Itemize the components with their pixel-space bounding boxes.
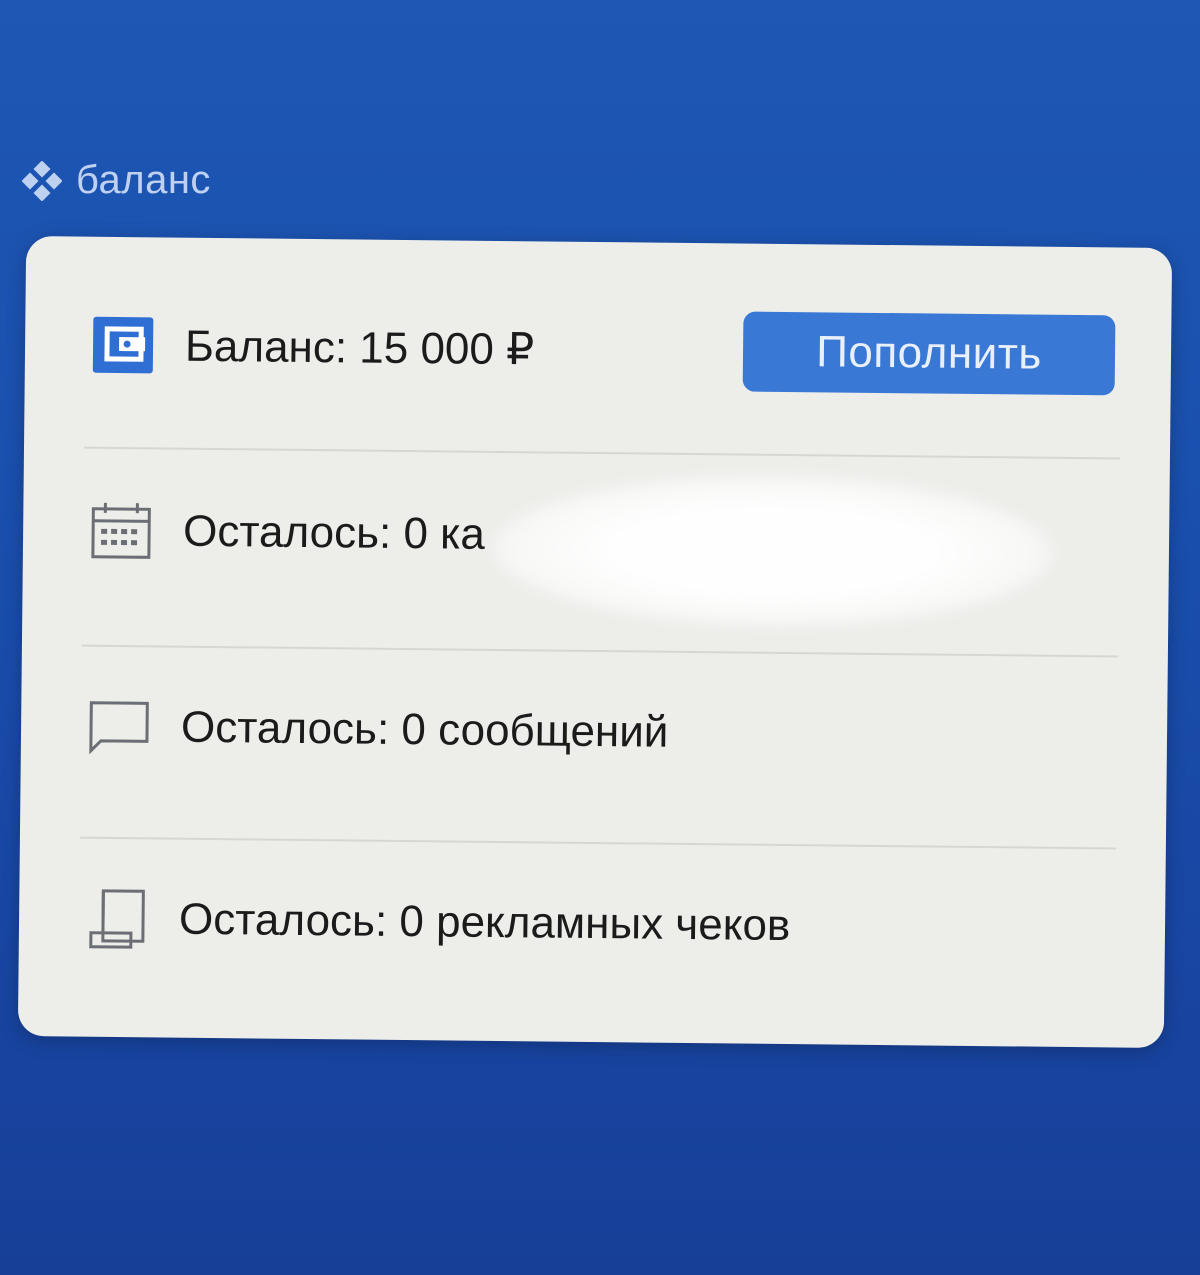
balance-card: Баланс: 15 000 ₽ Пополнить Осталось: 0 к… — [17, 236, 1173, 1048]
remaining-cash-label: Осталось: 0 ка — [182, 506, 486, 559]
divider — [83, 446, 1120, 460]
divider — [79, 836, 1116, 850]
remaining-row-messages: Осталось: 0 сообщений — [87, 695, 1112, 770]
balance-label: Баланс: 15 000 ₽ — [184, 321, 535, 374]
remaining-ad-receipts-label: Осталось: 0 рекламных чеков — [178, 894, 791, 951]
wallet-icon — [91, 313, 156, 378]
receipt-icon — [85, 887, 150, 952]
section-header: баланс — [22, 158, 211, 203]
calendar-icon — [89, 499, 154, 564]
diamond-icon — [22, 160, 62, 201]
topup-button[interactable]: Пополнить — [742, 311, 1116, 396]
page: баланс Баланс: 15 000 ₽ Пополнить Остало… — [0, 0, 1200, 1275]
smudge-overlay — [492, 472, 1054, 629]
balance-row: Баланс: 15 000 ₽ Пополнить — [91, 305, 1116, 396]
section-title: баланс — [76, 158, 211, 202]
divider — [81, 644, 1118, 658]
remaining-messages-label: Осталось: 0 сообщений — [180, 702, 669, 757]
message-icon — [87, 695, 152, 760]
remaining-row-ad-receipts: Осталось: 0 рекламных чеков — [85, 887, 1110, 962]
